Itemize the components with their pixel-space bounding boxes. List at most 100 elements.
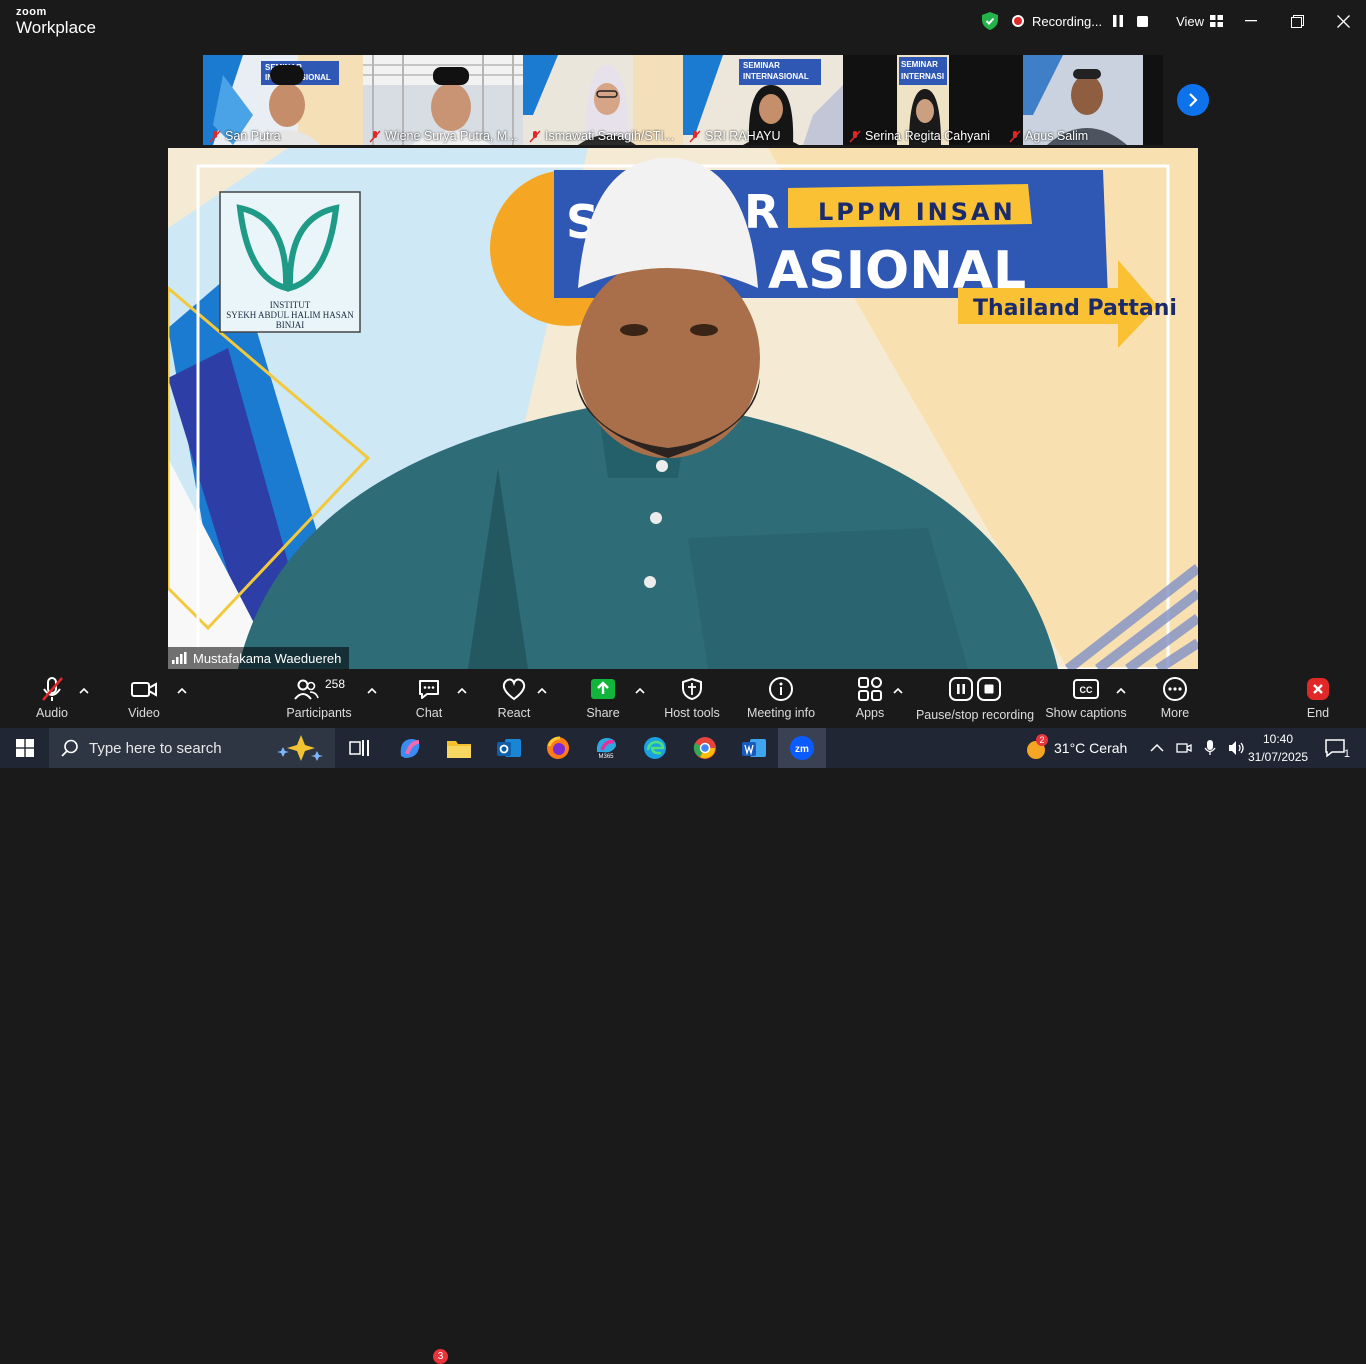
chat-options-caret-icon[interactable] — [457, 686, 467, 694]
participant-tile[interactable]: SEMINAR INTERNASIONAL San Putra — [203, 55, 363, 145]
chrome-app[interactable] — [690, 734, 720, 762]
clock[interactable]: 10:40 31/07/2025 — [1248, 730, 1308, 766]
chat-bubble-icon — [419, 680, 439, 699]
meeting-info-button[interactable]: Meeting info — [744, 672, 818, 728]
system-tray — [1150, 728, 1246, 768]
participant-name: Wiene Surya Putra, M... — [369, 129, 518, 143]
audio-options-caret-icon[interactable] — [79, 686, 89, 694]
video-camera-icon — [131, 682, 157, 697]
copilot-app[interactable] — [395, 734, 425, 762]
volume-icon[interactable] — [1228, 740, 1246, 756]
encryption-shield-icon[interactable] — [982, 12, 998, 30]
notification-count: 1 — [1343, 748, 1350, 760]
captions-label: Show captions — [1045, 706, 1127, 720]
captions-options-caret-icon[interactable] — [1116, 686, 1126, 694]
task-view-icon — [349, 740, 369, 756]
show-captions-button[interactable]: CC Show captions — [1045, 672, 1127, 728]
start-button[interactable] — [10, 734, 40, 762]
folder-icon — [447, 741, 471, 758]
chrome-icon — [693, 737, 716, 759]
m365-label: M365 — [598, 753, 614, 760]
banner-sub: Thailand Pattani — [973, 296, 1177, 321]
maximize-button[interactable] — [1286, 10, 1308, 32]
more-button[interactable]: More — [1158, 672, 1192, 728]
closed-captions-icon: CC — [1073, 679, 1099, 699]
view-button[interactable]: View — [1176, 13, 1224, 29]
banner-right: R — [744, 185, 779, 239]
participants-options-caret-icon[interactable] — [367, 686, 377, 694]
m365-app[interactable]: M365 — [591, 734, 621, 762]
microphone-in-use-icon[interactable] — [1204, 740, 1216, 756]
participant-tile[interactable]: Wiene Surya Putra, M... — [363, 55, 523, 145]
participant-name: Agus Salim — [1009, 129, 1088, 143]
search-placeholder: Type here to search — [89, 739, 222, 757]
minimize-button[interactable] — [1240, 10, 1262, 32]
participant-name-text: Serina Regita Cahyani — [865, 129, 991, 143]
chat-unread-badge: 3 — [433, 1349, 448, 1364]
muted-mic-icon — [689, 129, 701, 143]
logo-text-2: SYEKH ABDUL HALIM HASAN — [226, 310, 354, 320]
muted-microphone-icon — [42, 677, 63, 701]
banner-top: LPPM INSAN — [818, 198, 1016, 226]
stop-circle-icon — [977, 677, 1001, 701]
pause-icon — [1113, 15, 1124, 27]
video-button[interactable]: Video — [124, 672, 164, 728]
apps-button[interactable]: Apps — [854, 672, 886, 728]
firefox-app[interactable] — [543, 734, 573, 762]
weather-widget[interactable]: 2 31°C Cerah — [1024, 728, 1127, 768]
camera-in-use-icon[interactable] — [1176, 740, 1192, 756]
apps-options-caret-icon[interactable] — [893, 686, 903, 694]
muted-mic-icon — [849, 129, 861, 143]
stop-recording-button[interactable] — [1134, 13, 1150, 29]
participant-name: Serina Regita Cahyani — [849, 129, 990, 143]
windows-logo-icon — [16, 739, 34, 757]
muted-mic-icon — [529, 129, 541, 143]
title-bar: zoom Workplace Recording... View — [0, 0, 1366, 44]
muted-mic-icon — [369, 129, 381, 143]
notification-center-button[interactable]: 1 — [1320, 734, 1350, 762]
view-label: View — [1176, 13, 1205, 29]
end-label: End — [1306, 706, 1330, 720]
end-meeting-button[interactable]: End — [1302, 672, 1334, 728]
m365-icon — [596, 737, 616, 752]
participant-tile[interactable]: Ismawati Saragih/STI... — [523, 55, 683, 145]
restore-icon — [1290, 14, 1304, 28]
clock-time: 10:40 — [1262, 732, 1294, 746]
video-options-caret-icon[interactable] — [177, 686, 187, 694]
react-options-caret-icon[interactable] — [537, 686, 547, 694]
edge-app[interactable] — [640, 734, 670, 762]
audio-button[interactable]: Audio — [32, 672, 72, 728]
speaker-video-frame: INSTITUT SYEKH ABDUL HALIM HASAN BINJAI … — [168, 148, 1198, 669]
task-view-button[interactable] — [345, 734, 375, 762]
file-explorer-app[interactable] — [444, 734, 474, 762]
pause-recording-button[interactable] — [1110, 13, 1126, 29]
react-button[interactable]: React — [496, 672, 532, 728]
weather-text: 31°C Cerah — [1054, 740, 1128, 756]
recording-dot-icon — [1012, 15, 1024, 27]
participant-tile[interactable]: SEMINAR INTERNASIONAL SRI RAHAYU — [683, 55, 843, 145]
share-options-caret-icon[interactable] — [635, 686, 645, 694]
host-tools-button[interactable]: Host tools — [662, 672, 722, 728]
pause-circle-icon — [949, 677, 973, 701]
participant-tile[interactable]: Agus Salim — [1003, 55, 1163, 145]
end-call-icon — [1307, 678, 1329, 700]
outlook-app[interactable] — [494, 734, 524, 762]
participants-icon — [294, 679, 319, 700]
taskbar-search-box[interactable]: Type here to search — [49, 728, 335, 768]
pause-stop-recording-button[interactable]: Pause/stop recording — [916, 672, 1034, 728]
zoom-app[interactable]: zm — [778, 728, 826, 768]
cc-text: CC — [1080, 685, 1093, 695]
close-window-button[interactable] — [1332, 10, 1354, 32]
share-button[interactable]: Share — [586, 672, 620, 728]
more-label: More — [1160, 706, 1190, 720]
participant-tile[interactable]: SEMINAR INTERNASI Serina Regita Cahyani — [843, 55, 1003, 145]
chat-button[interactable]: Chat — [412, 672, 446, 728]
video-label: Video — [128, 706, 160, 720]
show-hidden-icons-icon[interactable] — [1150, 743, 1164, 753]
next-page-button[interactable] — [1177, 84, 1209, 116]
active-speaker-video[interactable]: INSTITUT SYEKH ABDUL HALIM HASAN BINJAI … — [168, 148, 1198, 669]
word-app[interactable] — [739, 734, 769, 762]
more-dots-icon — [1163, 677, 1187, 701]
participants-button[interactable]: 258 Participants — [286, 672, 352, 728]
svg-text:zm: zm — [795, 744, 809, 755]
